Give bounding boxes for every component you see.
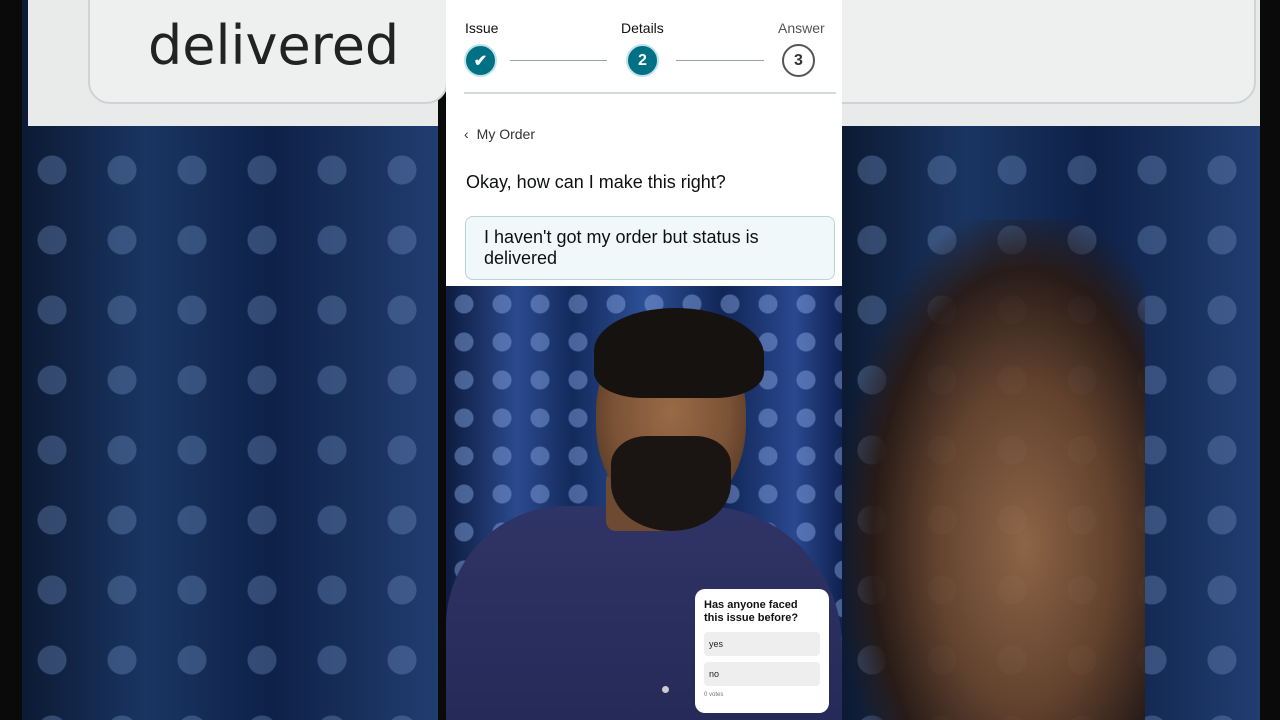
help-panel: Issue Details Answer ✔ 2 3 ‹ My Order Ok… xyxy=(446,0,842,286)
background-face-blur xyxy=(845,220,1145,720)
chevron-left-icon: ‹ xyxy=(464,126,469,142)
step-issue-check-icon[interactable]: ✔ xyxy=(464,44,497,77)
speaker-beard xyxy=(611,436,731,531)
back-to-my-order-link[interactable]: ‹ My Order xyxy=(464,126,535,142)
poll-vote-count: 0 votes xyxy=(704,692,724,698)
background-right-card xyxy=(820,0,1256,104)
poll-question: Has anyone faced this issue before? xyxy=(704,599,799,624)
poll-card: Has anyone faced this issue before? yes … xyxy=(695,589,829,713)
step-connector xyxy=(676,60,764,61)
selected-answer-option[interactable]: I haven't got my order but status is del… xyxy=(465,216,835,280)
step-connector xyxy=(510,60,607,61)
step-issue-label: Issue xyxy=(465,20,499,36)
back-link-label: My Order xyxy=(476,126,536,142)
stepper-divider xyxy=(464,92,836,94)
poll-option-yes[interactable]: yes xyxy=(704,632,820,656)
step-answer-label: Answer xyxy=(778,20,825,36)
progress-stepper: Issue Details Answer ✔ 2 3 xyxy=(464,20,825,100)
step-details-circle[interactable]: 2 xyxy=(626,44,659,77)
step-answer-circle[interactable]: 3 xyxy=(782,44,815,77)
shirt-button xyxy=(662,686,669,693)
poll-option-no[interactable]: no xyxy=(704,662,820,686)
question-text: Okay, how can I make this right? xyxy=(466,172,726,192)
speaker-hair xyxy=(594,308,764,398)
background-left-text: delivered xyxy=(148,14,400,77)
video-frame: Issue Details Answer ✔ 2 3 ‹ My Order Ok… xyxy=(446,0,842,720)
step-details-label: Details xyxy=(621,20,664,36)
